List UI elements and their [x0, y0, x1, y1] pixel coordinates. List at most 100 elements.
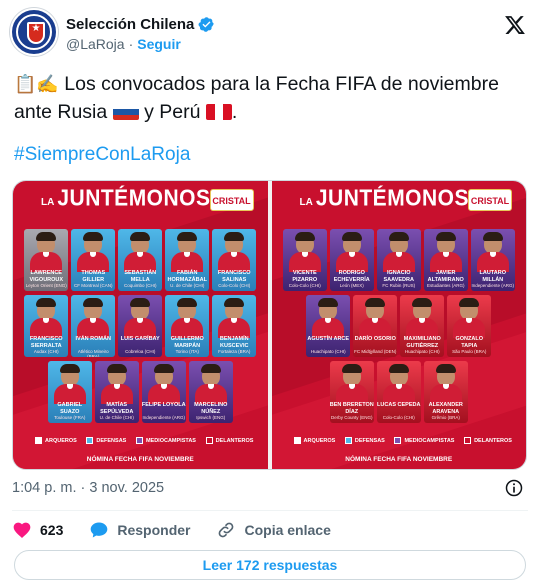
- reply-label: Responder: [117, 522, 191, 538]
- player-name: FRANCISCO SALINAS: [217, 270, 251, 283]
- tweet-line-1: Los convocados para la Fecha FIFA de nov…: [64, 73, 499, 95]
- like-button[interactable]: 623: [12, 520, 63, 540]
- player-jersey: [476, 252, 509, 272]
- legend-swatch: [344, 437, 352, 444]
- player-name: BENJAMÍN KUSCEVIC: [219, 336, 249, 349]
- sponsor-logo: CRISTAL: [468, 189, 512, 211]
- tweet-text: 📋✍️ Los convocados para la Fecha FIFA de…: [14, 70, 524, 126]
- reply-button[interactable]: Responder: [89, 520, 190, 540]
- player-jersey: [312, 318, 345, 338]
- player-hair: [294, 232, 315, 241]
- legend-label: DELANTEROS: [474, 437, 512, 444]
- player-card: IVÁN ROMÁN Atlético Mineiro (BRA): [71, 295, 116, 357]
- roster-panel[interactable]: LA JUNTÉMONOS CRISTAL LAWRENCE VIGOUROUX…: [13, 181, 268, 469]
- panel-title-small: LA: [41, 197, 55, 208]
- player-club: Fortaleza (BRA): [218, 349, 251, 354]
- copy-link-label: Copia enlace: [244, 522, 331, 538]
- player-jersey: [100, 384, 133, 404]
- player-card: THOMAS GILLIER CF Montreal (CAN): [71, 229, 116, 291]
- panel-title: LA JUNTÉMONOS: [299, 186, 470, 211]
- player-row: VICENTE PIZARRO Colo-Colo (CHI) RODRIGO …: [282, 229, 517, 291]
- like-count: 623: [40, 522, 64, 538]
- panel-title: LA JUNTÉMONOS: [41, 186, 211, 211]
- player-card: AGUSTÍN ARCE Huachipato (CHI): [306, 295, 351, 357]
- player-hair: [36, 298, 57, 307]
- player-name: FRANCISCO SIERRALTA: [29, 336, 63, 349]
- player-jersey: [171, 318, 204, 338]
- player-jersey: [218, 252, 251, 272]
- hashtag-link[interactable]: #SiempreConLaRoja: [14, 144, 190, 166]
- player-hair: [177, 232, 198, 241]
- peru-flag-icon: [205, 104, 232, 120]
- player-jersey: [218, 318, 251, 338]
- player-name: GUILLERMO MARIPÁN: [170, 336, 204, 349]
- action-bar: 623 Responder Copia enlace: [12, 514, 357, 546]
- player-card: FELIPE LOYOLA Independiente (ARG): [141, 361, 186, 423]
- position-legend: ARQUEROS DEFENSAS MEDIOCAMPISTAS DELANTEROS: [35, 437, 254, 444]
- legend-swatch: [35, 437, 42, 444]
- player-jersey: [147, 384, 180, 404]
- player-name: VICENTE PIZARRO: [292, 270, 318, 283]
- player-name: JAVIER ALTAMIRANO: [427, 270, 464, 283]
- timestamp[interactable]: 1:04 p. m. · 3 nov. 2025: [12, 480, 164, 496]
- player-club: U. de Chile (CHI): [99, 415, 134, 420]
- reply-bubble-icon: [91, 522, 108, 538]
- player-row: FRANCISCO SIERRALTA Audax (CHI) IVÁN ROM…: [23, 295, 258, 357]
- player-jersey: [382, 384, 415, 404]
- tweet-media[interactable]: LA JUNTÉMONOS CRISTAL LAWRENCE VIGOUROUX…: [12, 180, 527, 470]
- handle[interactable]: @LaRoja: [66, 36, 125, 52]
- player-club: Colo-Colo (CHI): [218, 283, 251, 288]
- legend-swatch: [394, 437, 402, 444]
- player-card: LUIS GARÍBAY Cobreloa (CHI): [118, 295, 163, 357]
- player-row: AGUSTÍN ARCE Huachipato (CHI) DARÍO OSOR…: [282, 295, 517, 357]
- legend-item: MEDIOCAMPISTAS: [135, 437, 196, 444]
- player-card: MARCELINO NÚÑEZ Ipswich (ENG): [188, 361, 233, 423]
- x-logo-icon[interactable]: [504, 14, 526, 36]
- player-club: São Paulo (BRA): [452, 349, 487, 354]
- legend-item: ARQUEROS: [293, 437, 335, 444]
- player-hair: [435, 364, 456, 373]
- player-club: FC Rubin (RUS): [382, 283, 416, 288]
- follow-button[interactable]: Seguir: [137, 36, 181, 52]
- player-hair: [341, 364, 362, 373]
- player-card: LUCAS CEPEDA Colo-Colo (CHI): [376, 361, 421, 423]
- player-name: FABIÁN HORMAZÁBAL: [167, 270, 207, 283]
- player-hair: [412, 298, 433, 307]
- player-card: RODRIGO ECHEVERRÍA León (MEX): [329, 229, 374, 291]
- info-icon[interactable]: [504, 478, 524, 498]
- star-icon: ★: [31, 23, 41, 34]
- player-hair: [177, 298, 198, 307]
- player-club: Independiente (ARG): [471, 283, 515, 288]
- roster-panel[interactable]: LA JUNTÉMONOS CRISTAL VICENTE PIZARRO Co…: [271, 181, 526, 469]
- legend-label: DELANTEROS: [215, 437, 254, 444]
- panel-title-small: LA: [299, 197, 313, 208]
- legend-label: DEFENSAS: [354, 437, 385, 444]
- player-card: MATÍAS SEPÚLVEDA U. de Chile (CHI): [94, 361, 139, 423]
- copy-link-button[interactable]: Copia enlace: [216, 520, 331, 540]
- player-name: MARCELINO NÚÑEZ: [194, 402, 228, 415]
- player-card: IGNACIO SAAVEDRA FC Rubin (RUS): [376, 229, 421, 291]
- player-club: León (MEX): [339, 283, 364, 288]
- legend-swatch: [205, 437, 213, 444]
- display-name[interactable]: Selección Chilena: [66, 16, 194, 33]
- player-club: Coquimbo (CHI): [123, 283, 157, 288]
- legend-item: DELANTEROS: [205, 437, 254, 444]
- player-hair: [365, 298, 386, 307]
- tweet-date: 3 nov. 2025: [89, 480, 165, 496]
- player-card: GABRIEL SUAZO Toulouse (FRA): [47, 361, 92, 423]
- legend-item: DEFENSAS: [86, 437, 126, 444]
- player-name: AGUSTÍN ARCE: [307, 336, 350, 342]
- player-club: FC Midtjylland (DEN): [354, 349, 397, 354]
- read-replies-button[interactable]: Leer 172 respuestas: [14, 550, 526, 580]
- avatar[interactable]: ★: [10, 8, 58, 56]
- legend-swatch: [135, 437, 143, 444]
- tweet-time: 1:04 p. m.: [12, 480, 77, 496]
- player-name: IVÁN ROMÁN: [75, 336, 111, 342]
- legend-item: DEFENSAS: [344, 437, 385, 444]
- player-jersey: [77, 252, 110, 272]
- legend-item: MEDIOCAMPISTAS: [394, 437, 454, 444]
- player-card: LAWRENCE VIGOUROUX Leyton Orient (ENG): [24, 229, 69, 291]
- player-jersey: [429, 384, 462, 404]
- player-hair: [341, 232, 362, 241]
- position-legend: ARQUEROS DEFENSAS MEDIOCAMPISTAS DELANTEROS: [293, 437, 513, 444]
